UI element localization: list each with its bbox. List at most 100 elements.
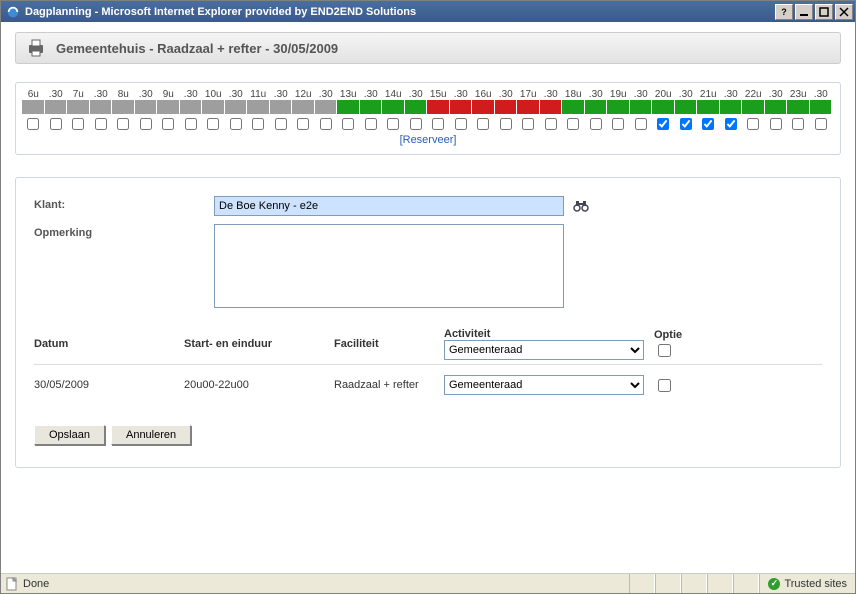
time-slot[interactable] xyxy=(720,100,743,114)
time-checkbox[interactable] xyxy=(770,118,782,130)
klant-input[interactable] xyxy=(214,196,564,216)
time-checkbox[interactable] xyxy=(27,118,39,130)
cell-optie xyxy=(654,376,704,395)
time-slot[interactable] xyxy=(157,100,180,114)
time-slot[interactable] xyxy=(337,100,360,114)
time-slot[interactable] xyxy=(292,100,315,114)
optie-row-checkbox[interactable] xyxy=(658,379,671,392)
time-slot[interactable] xyxy=(810,100,833,114)
time-slot[interactable] xyxy=(675,100,698,114)
time-slot[interactable] xyxy=(495,100,518,114)
time-checkbox[interactable] xyxy=(410,118,422,130)
time-slot[interactable] xyxy=(517,100,540,114)
time-slot[interactable] xyxy=(45,100,68,114)
binoculars-icon[interactable] xyxy=(573,199,589,213)
time-checkbox[interactable] xyxy=(815,118,827,130)
time-checkbox[interactable] xyxy=(320,118,332,130)
time-checkbox[interactable] xyxy=(522,118,534,130)
time-checkbox[interactable] xyxy=(140,118,152,130)
save-button[interactable]: Opslaan xyxy=(34,425,105,445)
time-slot[interactable] xyxy=(787,100,810,114)
time-checkbox[interactable] xyxy=(342,118,354,130)
time-checkbox[interactable] xyxy=(590,118,602,130)
time-label: 16u xyxy=(472,89,495,100)
page-icon xyxy=(5,577,19,591)
time-slot[interactable] xyxy=(247,100,270,114)
optie-header-checkbox[interactable] xyxy=(658,344,671,357)
time-slot[interactable] xyxy=(360,100,383,114)
time-slot[interactable] xyxy=(652,100,675,114)
time-checkbox[interactable] xyxy=(95,118,107,130)
time-slot[interactable] xyxy=(630,100,653,114)
time-checkbox[interactable] xyxy=(545,118,557,130)
time-slot[interactable] xyxy=(22,100,45,114)
help-button[interactable]: ? xyxy=(775,4,793,20)
time-checkbox[interactable] xyxy=(432,118,444,130)
time-slot[interactable] xyxy=(765,100,788,114)
time-checkbox[interactable] xyxy=(725,118,737,130)
time-checkbox[interactable] xyxy=(72,118,84,130)
time-slot[interactable] xyxy=(472,100,495,114)
time-checkbox[interactable] xyxy=(162,118,174,130)
time-checkbox[interactable] xyxy=(567,118,579,130)
time-checkbox[interactable] xyxy=(50,118,62,130)
time-checkbox[interactable] xyxy=(500,118,512,130)
status-divider xyxy=(681,574,707,593)
time-checkbox[interactable] xyxy=(680,118,692,130)
time-checkbox[interactable] xyxy=(387,118,399,130)
time-slot[interactable] xyxy=(90,100,113,114)
form-buttons: Opslaan Annuleren xyxy=(34,425,822,445)
time-checkbox[interactable] xyxy=(612,118,624,130)
time-checkbox-wrap xyxy=(472,116,495,132)
time-slot[interactable] xyxy=(405,100,428,114)
time-slot[interactable] xyxy=(180,100,203,114)
time-slot[interactable] xyxy=(450,100,473,114)
close-button[interactable] xyxy=(835,4,853,20)
time-checkbox[interactable] xyxy=(657,118,669,130)
time-slot[interactable] xyxy=(67,100,90,114)
time-slot[interactable] xyxy=(270,100,293,114)
page-title: Gemeentehuis - Raadzaal + refter - 30/05… xyxy=(56,41,338,56)
time-checkbox[interactable] xyxy=(297,118,309,130)
maximize-button[interactable] xyxy=(815,4,833,20)
activity-header-select[interactable]: Gemeenteraad xyxy=(444,340,644,360)
reserve-link[interactable]: [Reserveer] xyxy=(400,134,457,146)
time-slot[interactable] xyxy=(607,100,630,114)
time-slot[interactable] xyxy=(427,100,450,114)
time-slot[interactable] xyxy=(562,100,585,114)
time-slot[interactable] xyxy=(112,100,135,114)
time-label: 10u xyxy=(202,89,225,100)
time-checkbox[interactable] xyxy=(635,118,647,130)
time-slot[interactable] xyxy=(225,100,248,114)
time-slot[interactable] xyxy=(585,100,608,114)
time-checkbox[interactable] xyxy=(207,118,219,130)
opmerking-input[interactable] xyxy=(214,224,564,308)
window-title: Dagplanning - Microsoft Internet Explore… xyxy=(25,6,775,18)
time-checkbox[interactable] xyxy=(365,118,377,130)
time-checkbox[interactable] xyxy=(747,118,759,130)
time-checkbox[interactable] xyxy=(275,118,287,130)
cancel-button[interactable]: Annuleren xyxy=(111,425,191,445)
time-slot[interactable] xyxy=(697,100,720,114)
time-checkbox[interactable] xyxy=(477,118,489,130)
time-slot[interactable] xyxy=(742,100,765,114)
time-checkbox-wrap xyxy=(112,116,135,132)
reserve-link-row: [Reserveer] xyxy=(22,134,834,146)
time-slot[interactable] xyxy=(540,100,563,114)
time-slot[interactable] xyxy=(202,100,225,114)
time-checkbox[interactable] xyxy=(702,118,714,130)
time-checkbox[interactable] xyxy=(455,118,467,130)
print-icon[interactable] xyxy=(26,39,46,57)
activity-row-select[interactable]: Gemeenteraad xyxy=(444,375,644,395)
time-slot[interactable] xyxy=(315,100,338,114)
time-slot[interactable] xyxy=(382,100,405,114)
time-checkbox[interactable] xyxy=(252,118,264,130)
time-checkbox[interactable] xyxy=(230,118,242,130)
time-checkbox-wrap xyxy=(225,116,248,132)
time-slot[interactable] xyxy=(135,100,158,114)
time-checkbox[interactable] xyxy=(117,118,129,130)
minimize-button[interactable] xyxy=(795,4,813,20)
time-checkbox[interactable] xyxy=(792,118,804,130)
time-checkbox[interactable] xyxy=(185,118,197,130)
time-label: .30 xyxy=(315,89,338,100)
